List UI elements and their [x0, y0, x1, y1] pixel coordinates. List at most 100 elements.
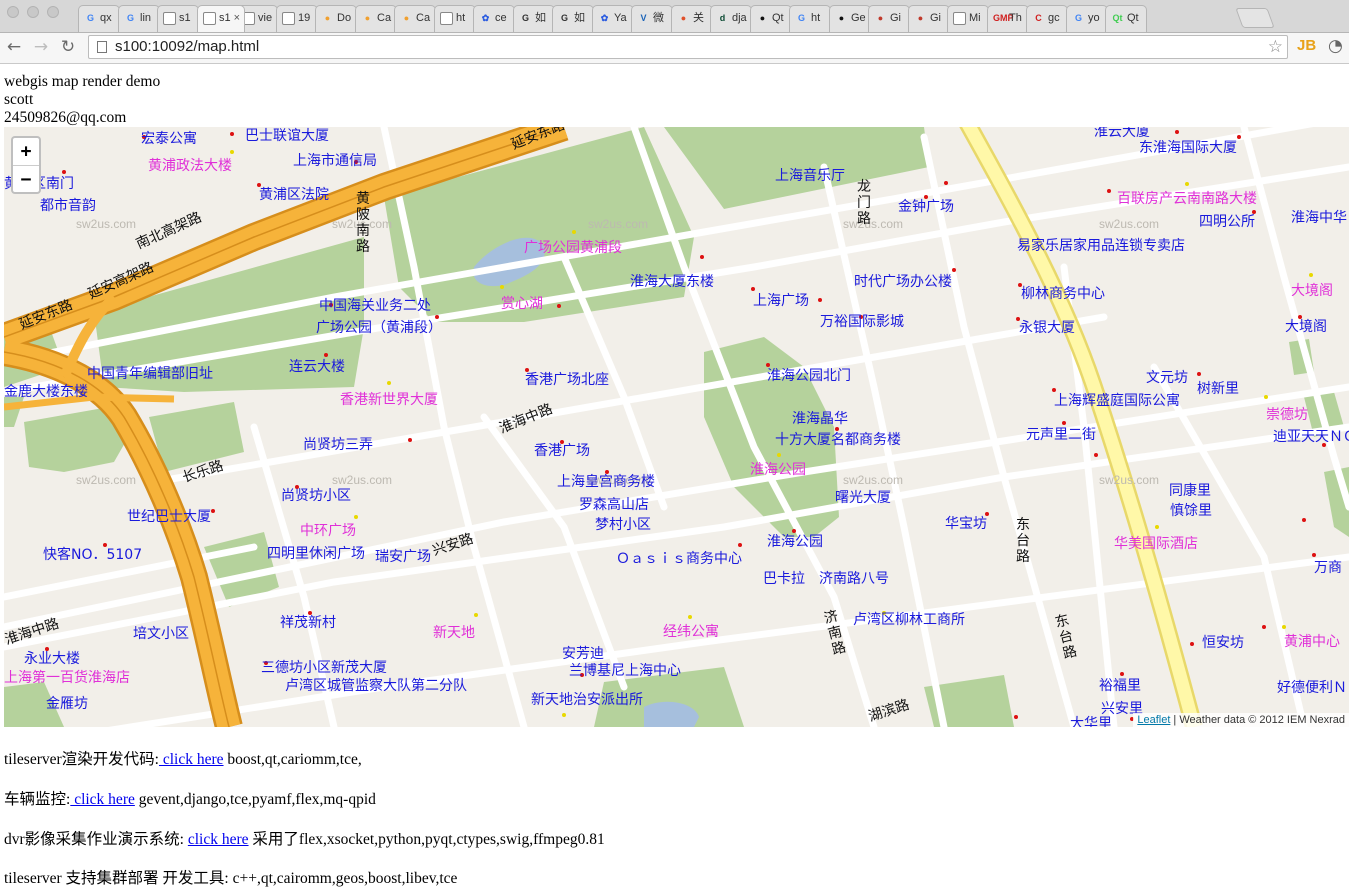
- favicon-icon: ✿: [600, 13, 609, 23]
- close-tab-icon[interactable]: ×: [234, 6, 240, 31]
- poi-label: 元声里二街: [1026, 427, 1096, 443]
- jetbrains-extension-icon[interactable]: JB: [1297, 37, 1316, 54]
- address-bar[interactable]: s100:10092/map.html ☆: [88, 35, 1288, 59]
- poi-label: 百联房产云南南路大楼: [1117, 191, 1257, 207]
- tab[interactable]: ● Ca: [394, 5, 436, 32]
- tab[interactable]: ● 关: [671, 5, 713, 32]
- poi-label: 文元坊: [1146, 370, 1188, 386]
- poi-label: 上海市通信局: [293, 153, 377, 169]
- tab[interactable]: Glin: [118, 5, 160, 32]
- forward-arrow-icon[interactable]: →: [30, 36, 52, 58]
- tab-title: gc: [1048, 12, 1060, 24]
- favicon-icon: V: [640, 13, 647, 23]
- map-view[interactable]: sw2us.com sw2us.com sw2us.com sw2us.com …: [4, 127, 1349, 727]
- favicon-icon: ●: [838, 13, 845, 23]
- poi-label: 广场公园黄浦段: [524, 240, 622, 256]
- poi-label: 三德坊小区新茂大厦: [261, 660, 387, 676]
- tab[interactable]: Mi: [947, 5, 989, 32]
- browser-toolbar: ← → ↻ s100:10092/map.html ☆ JB ◔: [0, 33, 1349, 64]
- poi-label: 上海辉盛庭国际公寓: [1054, 393, 1180, 409]
- tab[interactable]: ● Ca: [355, 5, 397, 32]
- tab[interactable]: Gyo: [1066, 5, 1108, 32]
- favicon-icon: ●: [759, 13, 766, 23]
- zoom-control: + −: [11, 136, 41, 194]
- author-email: 24509826@qq.com: [4, 109, 127, 126]
- tab[interactable]: ● Do: [315, 5, 357, 32]
- tab-title: vie: [258, 12, 273, 24]
- poi-label: 易家乐居家用品连锁专卖店: [1017, 238, 1185, 254]
- poi-label: 卢湾区柳林工商所: [853, 612, 965, 628]
- new-tab-button[interactable]: [1235, 8, 1275, 28]
- poi-label: 树新里: [1197, 381, 1239, 397]
- tab[interactable]: ● Gi: [908, 5, 950, 32]
- tab[interactable]: ● Gi: [868, 5, 910, 32]
- tab[interactable]: ✿ ce: [473, 5, 515, 32]
- poi-label: 祥茂新村: [280, 615, 336, 631]
- favicon-icon: ●: [403, 13, 410, 23]
- poi-label: 尚贤坊小区: [281, 488, 351, 504]
- poi-label: 好德便利Ｎ: [1277, 680, 1347, 696]
- info-paragraph: 车辆监控: click here gevent,django,tce,pyamf…: [4, 787, 376, 809]
- favicon-icon: ●: [917, 13, 924, 23]
- tab-title: qx: [100, 12, 112, 24]
- tab[interactable]: ● Qt: [750, 5, 792, 32]
- tab-title: Ca: [377, 12, 392, 24]
- poi-label: 新天地: [433, 625, 475, 641]
- click-here-link[interactable]: click here: [188, 831, 249, 848]
- leaflet-link[interactable]: Leaflet: [1137, 714, 1170, 726]
- tab[interactable]: Ght: [789, 5, 831, 32]
- favicon-icon: C: [1035, 13, 1042, 23]
- tab[interactable]: 19: [276, 5, 318, 32]
- tab-title: 19: [298, 12, 311, 24]
- window-zoom-dot[interactable]: [47, 6, 59, 18]
- tab[interactable]: Qt Qt: [1105, 5, 1147, 32]
- paragraph-text: gevent,django,tce,pyamf,flex,mq-qpid: [134, 791, 376, 808]
- click-here-link[interactable]: click here: [159, 751, 224, 768]
- tab[interactable]: d dja: [710, 5, 752, 32]
- tab-title: Gi: [890, 12, 901, 24]
- window-close-dot[interactable]: [7, 6, 19, 18]
- poi-label: 慎馀里: [1170, 503, 1212, 519]
- tab[interactable]: Gqx: [78, 5, 120, 32]
- tab[interactable]: G如: [513, 5, 555, 32]
- favicon-icon: [163, 12, 176, 25]
- browser-tab-strip: Gqx Glin s1 s1 × vie 19 ● Do ● Ca ● Ca ht ✿ ce G 如 G 如 ✿ Ya V 微…: [0, 0, 1349, 33]
- tab[interactable]: V微: [631, 5, 673, 32]
- click-here-link[interactable]: click here: [70, 791, 135, 808]
- map-watermark: sw2us.com: [1099, 473, 1160, 487]
- window-minimize-dot[interactable]: [27, 6, 39, 18]
- tab[interactable]: G如: [552, 5, 594, 32]
- poi-label: 柳林商务中心: [1021, 286, 1105, 302]
- tab-title: s1: [179, 12, 191, 24]
- poi-label: 罗森高山店: [579, 497, 649, 513]
- tab[interactable]: ht: [434, 5, 476, 32]
- reload-icon[interactable]: ↻: [57, 36, 79, 58]
- paragraph-text: boost,qt,cariomm,tce,: [223, 751, 362, 768]
- url-text[interactable]: s100:10092/map.html: [115, 36, 259, 58]
- tab[interactable]: s1 ×: [197, 5, 245, 32]
- tab[interactable]: Cgc: [1026, 5, 1068, 32]
- tab[interactable]: ✿ Ya: [592, 5, 634, 32]
- extension-icon[interactable]: ◔: [1328, 36, 1343, 56]
- zoom-out-button[interactable]: −: [13, 166, 39, 193]
- author-name: scott: [4, 91, 34, 108]
- poi-label: 新天地治安派出所: [531, 692, 643, 708]
- tab[interactable]: GMPTh: [987, 5, 1029, 32]
- back-arrow-icon[interactable]: ←: [3, 36, 25, 58]
- poi-label: 济南路八号: [819, 571, 889, 587]
- tab-title: Th: [1009, 12, 1022, 24]
- tab[interactable]: s1: [157, 5, 199, 32]
- favicon-icon: Qt: [1112, 13, 1123, 23]
- tab-title: Qt: [772, 12, 784, 24]
- poi-label: 华宝坊: [945, 516, 987, 532]
- poi-label: 永业大楼: [24, 651, 80, 667]
- star-icon[interactable]: ☆: [1268, 36, 1283, 58]
- poi-label: 巴士联谊大厦: [245, 128, 329, 144]
- poi-label: 淮海公园: [767, 534, 823, 550]
- poi-label: 巴卡拉: [763, 571, 805, 587]
- zoom-in-button[interactable]: +: [13, 138, 39, 166]
- poi-label: 中国海关业务二处: [319, 298, 431, 314]
- poi-label: 万裕国际影城: [820, 314, 904, 330]
- tab[interactable]: ● Ge: [829, 5, 871, 32]
- poi-label: 上海音乐厅: [775, 168, 845, 184]
